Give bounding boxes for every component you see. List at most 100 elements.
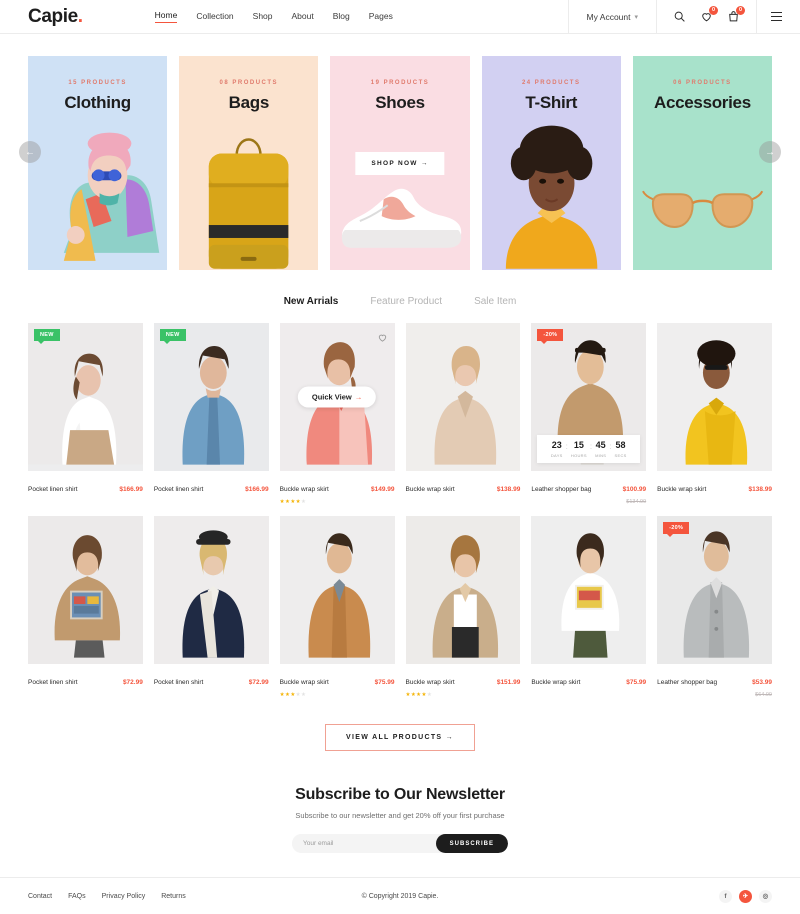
product-name: Pocket linen shirt [153,679,204,686]
product-card[interactable]: Quick View → Buckle wrap skirt ★★★★★ $149… [279,323,395,505]
wishlist-heart-icon[interactable] [377,330,388,342]
product-image[interactable]: Quick View → [279,323,395,471]
product-old-price: $134.99 [626,499,647,505]
clothing-model-image [63,132,160,261]
product-image[interactable] [405,323,521,471]
category-card-tshirt[interactable]: 24 PRODUCTS T-Shirt [481,56,621,270]
category-title: Shoes [375,93,425,112]
product-card[interactable]: Buckle wrap skirt ★★★★★ $75.99 [279,516,395,698]
my-account-label: My Account [586,11,631,22]
product-price: $166.99 [119,486,143,493]
product-card[interactable]: Buckle wrap skirt $138.99 [657,323,772,505]
category-count: 08 PRODUCTS [219,80,279,86]
product-image[interactable]: NEW [153,323,269,471]
product-meta: Buckle wrap skirt $75.99 [531,671,646,689]
product-photo-woman-graphic-tee [28,516,143,658]
carousel-prev-button[interactable]: ← [19,141,41,163]
footer-link-faqs[interactable]: FAQs [68,893,86,900]
product-card[interactable]: NEW Pocket linen shirt $166.99 [153,323,269,505]
product-image[interactable] [153,516,269,664]
product-image[interactable] [405,516,521,664]
product-card[interactable]: Pocket linen shirt $72.99 [153,516,269,698]
tab-sale-item[interactable]: Sale Item [474,296,516,307]
tab-new-arrivals[interactable]: New Arrials [284,296,339,307]
footer-link-contact[interactable]: Contact [28,893,52,900]
nav-item-shop[interactable]: Shop [253,11,273,23]
product-card[interactable]: Buckle wrap skirt ★★★★★ $151.99 [405,516,521,698]
nav-item-blog[interactable]: Blog [333,11,350,23]
discount-badge: -20% [537,329,564,344]
product-card[interactable]: -20% Leather shopper bag $53.99 $64.99 [657,516,772,698]
facebook-icon[interactable]: f [719,889,732,903]
nav-item-pages[interactable]: Pages [369,11,393,23]
logo[interactable]: Capie. [28,6,83,28]
product-grid: NEW Pocket linen shirt $166.99 NEW Pocke… [0,313,800,698]
category-card-bags[interactable]: 08 PRODUCTS Bags [179,56,319,270]
product-price: $151.99 [496,679,521,686]
email-input[interactable] [292,834,436,853]
product-price: $75.99 [626,679,647,686]
product-name: Buckle wrap skirt [405,679,455,686]
rating-stars: ★★★★★ [279,499,307,505]
product-photo-woman-trench-coat [405,516,521,658]
rating-stars: ★★★★★ [405,692,433,698]
quick-view-label: Quick View [311,392,352,402]
nav-item-about[interactable]: About [292,11,314,23]
tab-feature-product[interactable]: Feature Product [370,296,442,307]
product-image[interactable]: NEW [28,323,143,471]
category-card-shoes[interactable]: 19 PRODUCTS Shoes SHOP NOW → [330,56,470,270]
search-icon[interactable] [673,10,686,23]
cart-icon[interactable]: 0 [727,6,745,23]
category-count: 15 PRODUCTS [68,80,127,86]
product-card[interactable]: -20% 23 DAYS : 15 HOURS : 45 MINS : 58 SECS … [531,323,647,505]
site-footer: Contact FAQs Privacy Policy Returns © Co… [0,877,800,914]
product-photo-man-grey-coat [657,516,772,658]
nav-item-home[interactable]: Home [154,10,178,23]
product-photo-woman-yellow-top [657,323,772,465]
category-count: 24 PRODUCTS [521,80,581,86]
product-card[interactable]: Pocket linen shirt $72.99 [28,516,143,698]
cart-count-badge: 0 [736,6,745,15]
product-image[interactable] [657,323,772,471]
hamburger-icon[interactable] [757,12,782,21]
arrow-right-icon: → [445,734,454,741]
rating-stars: ★★★★★ [279,692,307,698]
product-price: $100.99 [622,486,647,493]
logo-text: Capie [28,5,78,27]
shop-now-button[interactable]: SHOP NOW → [355,152,445,175]
category-carousel: ← → 15 PRODUCTS Clothing 08 PRODUCTS Bag… [0,34,800,270]
footer-link-privacy-policy[interactable]: Privacy Policy [102,893,146,900]
product-image[interactable]: -20% 23 DAYS : 15 HOURS : 45 MINS : 58 SECS [531,323,647,471]
category-card-accessories[interactable]: 06 PRODUCTS Accessories [632,56,773,270]
product-card[interactable]: NEW Pocket linen shirt $166.99 [28,323,143,505]
product-meta: Buckle wrap skirt $138.99 [406,478,521,496]
view-all-section: VIEW ALL PRODUCTS → [0,724,800,751]
backpack-image [209,138,289,269]
product-image[interactable]: -20% [657,516,772,664]
wishlist-icon[interactable]: 0 [700,6,718,23]
twitter-icon[interactable]: ✈ [739,889,752,903]
product-price: $138.99 [496,486,521,493]
product-photo-woman-white-top [28,323,143,465]
subscribe-button[interactable]: SUBSCRIBE [435,834,508,853]
site-header: Capie. Home Collection Shop About Blog P… [0,0,800,34]
product-card[interactable]: Buckle wrap skirt $138.99 [405,323,521,505]
product-image[interactable] [531,516,647,664]
quick-view-button[interactable]: Quick View → [297,386,377,408]
countdown-hours: 15 HOURS [570,440,587,459]
my-account-dropdown[interactable]: My Account ▾ [567,0,657,33]
product-image[interactable] [279,516,395,664]
nav-item-collection[interactable]: Collection [196,11,233,23]
view-all-products-button[interactable]: VIEW ALL PRODUCTS → [325,724,475,751]
footer-link-returns[interactable]: Returns [161,893,186,900]
product-image[interactable] [28,516,143,664]
tshirt-model-image [505,125,597,269]
product-name: Pocket linen shirt [28,486,78,493]
product-name: Leather shopper bag [531,486,592,493]
category-card-clothing[interactable]: 15 PRODUCTS Clothing [28,56,168,270]
category-title: Clothing [64,93,131,112]
instagram-icon[interactable]: ◎ [759,889,772,903]
product-card[interactable]: Buckle wrap skirt $75.99 [531,516,647,698]
product-meta: Pocket linen shirt $166.99 [28,478,143,496]
carousel-next-button[interactable]: → [759,141,781,163]
